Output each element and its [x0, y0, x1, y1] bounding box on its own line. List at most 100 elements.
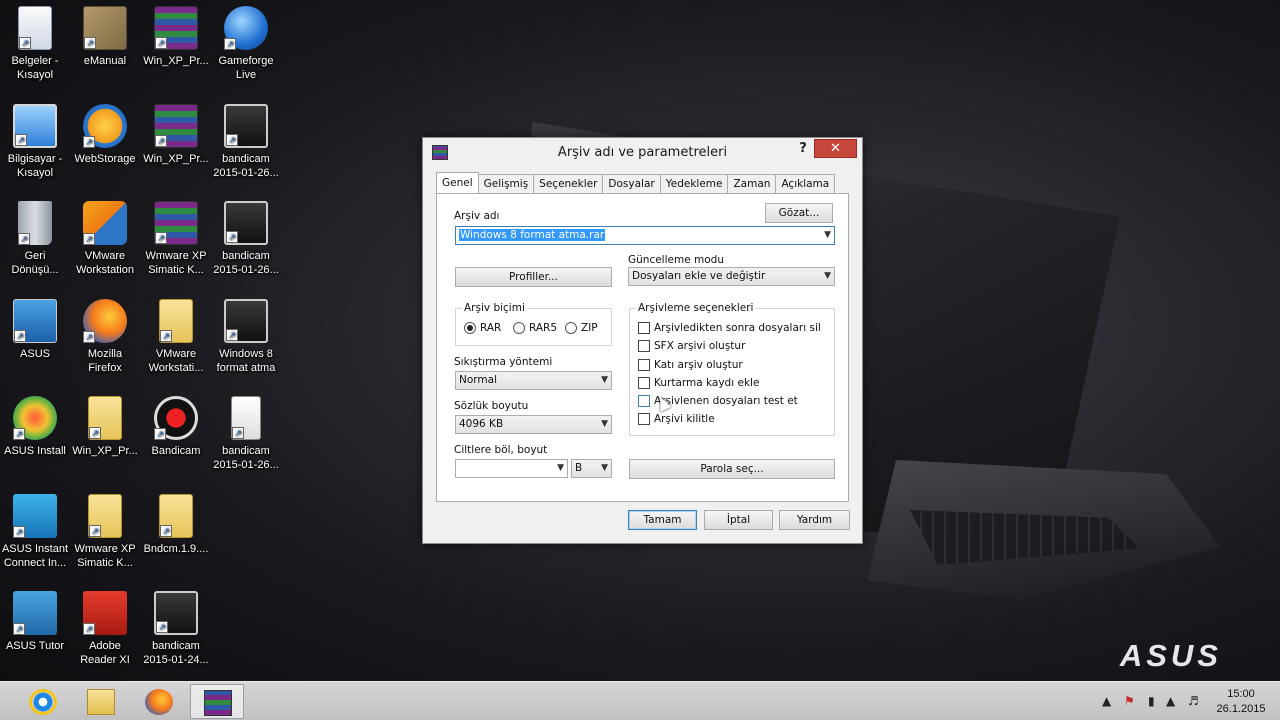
network-signal-icon[interactable]: ▲: [1166, 694, 1175, 708]
radio-rar5[interactable]: RAR5: [513, 322, 557, 334]
option-sfx[interactable]: SFX arşivi oluştur: [638, 340, 745, 352]
shortcut-arrow-icon: ↗: [160, 329, 172, 342]
option-lock[interactable]: Arşivi kilitle: [638, 413, 715, 425]
radio-zip[interactable]: ZIP: [565, 322, 598, 334]
dictionary-label: Sözlük boyutu: [454, 400, 529, 412]
browse-button[interactable]: Gözat...: [765, 203, 833, 223]
desktop-icon-label: ASUS Tutor: [5, 640, 65, 652]
radio-zip-button[interactable]: [565, 322, 577, 334]
ok-button[interactable]: Tamam: [628, 510, 697, 530]
desktop-icon[interactable]: ↗ eManual: [70, 6, 140, 68]
chevron-down-icon: ▼: [601, 419, 608, 429]
shortcut-arrow-icon: ↗: [224, 38, 236, 50]
desktop-icon-label: Gameforge Live: [218, 55, 274, 81]
taskbar-file-explorer[interactable]: [74, 684, 128, 719]
split-size-input[interactable]: ▼: [455, 459, 568, 478]
archive-name-input[interactable]: Windows 8 format atma.rar ▼: [455, 226, 835, 245]
radio-rar[interactable]: RAR: [464, 322, 501, 334]
tab-yedekleme[interactable]: Yedekleme: [659, 174, 729, 194]
desktop-icon[interactable]: ↗ Bndcm.1.9....: [141, 493, 211, 556]
archive-name-label: Arşiv adı: [454, 210, 500, 222]
desktop-icon-label: bandicam 2015-01-26...: [213, 250, 279, 276]
tray-clock[interactable]: 15:00 26.1.2015: [1206, 687, 1276, 717]
desktop-icon[interactable]: ↗ Win_XP_Pr...: [70, 396, 140, 458]
radio-rar-button[interactable]: [464, 322, 476, 334]
folder-icon: ↗: [159, 298, 193, 343]
chevron-down-icon[interactable]: ▼: [824, 227, 831, 244]
desktop-icon[interactable]: ↗ ASUS Install: [0, 396, 70, 458]
shortcut-arrow-icon: ↗: [155, 232, 167, 244]
update-mode-select[interactable]: Dosyaları ekle ve değiştir ▼: [628, 267, 835, 286]
dictionary-select[interactable]: 4096 KB ▼: [455, 415, 612, 434]
compression-select[interactable]: Normal ▼: [455, 371, 612, 390]
split-unit-select[interactable]: B ▼: [571, 459, 612, 478]
desktop-icon[interactable]: ↗ ASUS Instant Connect In...: [0, 493, 70, 570]
compression-value: Normal: [459, 374, 497, 386]
tab-dosyalar[interactable]: Dosyalar: [602, 174, 661, 194]
desktop-icon[interactable]: ↗ bandicam 2015-01-24...: [141, 591, 211, 667]
option-sfx-checkbox[interactable]: [638, 340, 650, 352]
desktop-icon[interactable]: ↗ VMware Workstati...: [141, 298, 211, 375]
shortcut-arrow-icon: ↗: [83, 135, 95, 148]
tab-aciklama[interactable]: Açıklama: [775, 174, 836, 194]
desktop-icon[interactable]: ↗ Mozilla Firefox: [70, 298, 140, 375]
desktop-icon[interactable]: ↗ bandicam 2015-01-26...: [211, 103, 281, 180]
file-explorer-icon: [87, 689, 115, 715]
option-solid[interactable]: Katı arşiv oluştur: [638, 359, 743, 371]
desktop-icon[interactable]: ↗ ASUS Tutor: [0, 591, 70, 653]
profiles-button[interactable]: Profiller...: [455, 267, 612, 287]
option-test-checkbox[interactable]: [638, 395, 650, 407]
dialog-titlebar[interactable]: Arşiv adı ve parametreleri ? ✕: [423, 138, 862, 168]
taskbar-internet-explorer[interactable]: [16, 684, 70, 719]
tab-gelismis[interactable]: Gelişmiş: [477, 174, 535, 194]
action-center-flag-icon[interactable]: ⚑: [1124, 694, 1135, 708]
desktop-icon[interactable]: ↗ ASUS: [0, 298, 70, 361]
desktop-icon[interactable]: ↗ bandicam 2015-01-26...: [211, 396, 281, 472]
compression-label: Sıkıştırma yöntemi: [454, 356, 553, 368]
dialog-help-button[interactable]: Yardım: [779, 510, 850, 530]
option-solid-checkbox[interactable]: [638, 359, 650, 371]
desktop-icon[interactable]: ↗ Wmware XP Simatic K...: [70, 493, 140, 570]
winrar-icon: [204, 690, 232, 716]
desktop-icon[interactable]: ↗ Bilgisayar - Kısayol: [0, 103, 70, 180]
desktop-icon[interactable]: ↗ Gameforge Live: [211, 6, 281, 82]
option-lock-checkbox[interactable]: [638, 413, 650, 425]
desktop-icon-label: bandicam 2015-01-24...: [143, 640, 209, 666]
close-button[interactable]: ✕: [814, 139, 857, 158]
desktop-icon[interactable]: ↗ bandicam 2015-01-26...: [211, 201, 281, 277]
speaker-icon[interactable]: ♬: [1188, 694, 1199, 708]
cancel-button[interactable]: İptal: [704, 510, 773, 530]
desktop-icon[interactable]: ↗ Belgeler - Kısayol: [0, 6, 70, 82]
option-recovery-checkbox[interactable]: [638, 377, 650, 389]
taskbar-winrar[interactable]: [190, 684, 244, 719]
tab-secenekler[interactable]: Seçenekler: [533, 174, 604, 194]
tab-genel[interactable]: Genel: [436, 172, 479, 194]
radio-rar5-label: RAR5: [529, 322, 558, 334]
title-help-button[interactable]: ?: [796, 141, 810, 157]
option-recovery[interactable]: Kurtarma kaydı ekle: [638, 377, 759, 389]
tab-zaman[interactable]: Zaman: [727, 174, 777, 194]
show-hidden-icons-icon[interactable]: ▲: [1102, 694, 1111, 708]
taskbar-firefox[interactable]: [132, 684, 186, 719]
desktop-icon[interactable]: ↗ Adobe Reader XI: [70, 591, 140, 667]
desktop-icon[interactable]: ↗ Windows 8 format atma: [211, 298, 281, 375]
desktop-icon[interactable]: ↗ Geri Dönüşü...: [0, 201, 70, 277]
book-icon: ↗: [83, 6, 127, 50]
recycle-bin-icon: ↗: [18, 201, 52, 245]
asus-instant-connect-icon: ↗: [13, 493, 57, 538]
battery-icon[interactable]: ▮: [1148, 694, 1155, 708]
set-password-button[interactable]: Parola seç...: [629, 459, 835, 479]
wallpaper-asus-logo: ASUS: [1119, 638, 1222, 673]
option-delete-after-checkbox[interactable]: [638, 322, 650, 334]
archive-format-label: Arşiv biçimi: [462, 302, 527, 314]
radio-rar5-button[interactable]: [513, 322, 525, 334]
desktop-icon[interactable]: ↗ Bandicam: [141, 396, 211, 458]
desktop-icon[interactable]: ↗ VMware Workstation: [70, 201, 140, 277]
desktop-icon[interactable]: ↗ Win_XP_Pr...: [141, 103, 211, 166]
shortcut-arrow-icon: ↗: [83, 623, 95, 635]
option-delete-after[interactable]: Arşivledikten sonra dosyaları sil: [638, 322, 821, 334]
desktop-icon[interactable]: ↗ WebStorage: [70, 103, 140, 166]
desktop-icon[interactable]: ↗ Win_XP_Pr...: [141, 6, 211, 68]
firefox-icon: [145, 689, 173, 715]
desktop-icon[interactable]: ↗ Wmware XP Simatic K...: [141, 201, 211, 277]
